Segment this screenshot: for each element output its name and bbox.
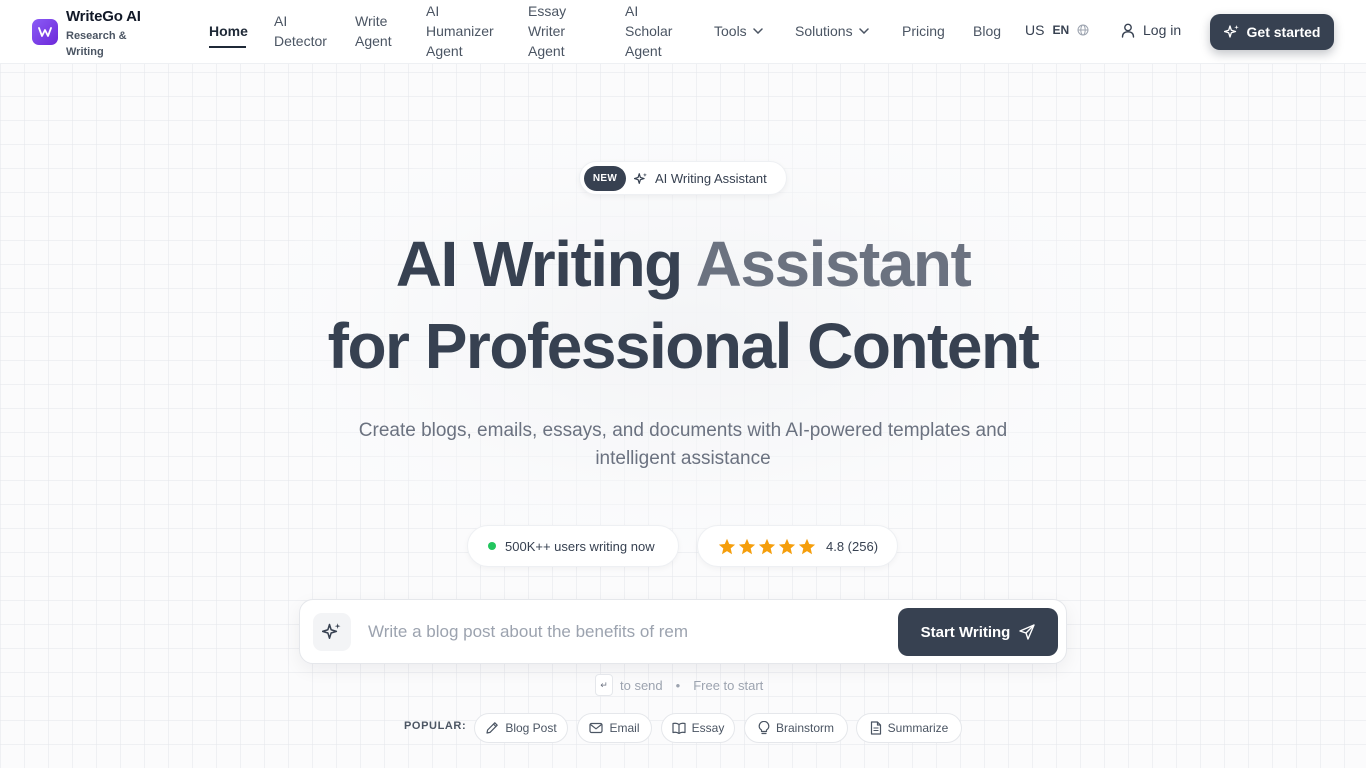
input-hint: ↵ to send • Free to start bbox=[595, 674, 763, 696]
lightbulb-icon bbox=[758, 721, 770, 735]
active-users-pill: 500K++ users writing now bbox=[467, 525, 679, 567]
top-navbar: WriteGo AI Research & Writing Home AI De… bbox=[0, 0, 1366, 64]
nav-essay-writer-agent[interactable]: Essay Writer Agent bbox=[528, 1, 588, 61]
mail-icon bbox=[589, 722, 604, 734]
login-label: Log in bbox=[1143, 22, 1182, 38]
chip-label: Blog Post bbox=[505, 721, 557, 735]
chip-essay[interactable]: Essay bbox=[661, 713, 735, 743]
chip-label: Essay bbox=[691, 721, 725, 735]
chip-label: Email bbox=[609, 721, 640, 735]
nav-write-agent[interactable]: Write Agent bbox=[355, 11, 405, 51]
pencil-icon bbox=[485, 721, 499, 735]
chevron-down-icon bbox=[858, 28, 869, 34]
enter-key-icon: ↵ bbox=[595, 674, 613, 696]
new-tag: NEW bbox=[584, 166, 626, 191]
hint-separator: • bbox=[675, 677, 681, 693]
chip-summarize[interactable]: Summarize bbox=[856, 713, 962, 743]
star-icon bbox=[778, 538, 796, 554]
rating-text: 4.8 (256) bbox=[826, 538, 879, 554]
language-code: EN bbox=[1052, 23, 1070, 37]
user-icon bbox=[1121, 23, 1135, 38]
nav-tools-label: Tools bbox=[714, 23, 747, 39]
region-code: US bbox=[1025, 22, 1045, 38]
book-open-icon bbox=[672, 722, 686, 734]
nav-solutions-label: Solutions bbox=[795, 23, 853, 39]
nav-ai-humanizer-agent[interactable]: AI Humanizer Agent bbox=[426, 1, 506, 61]
rating-pill: 4.8 (256) bbox=[697, 525, 898, 567]
sparkles-icon bbox=[634, 172, 648, 186]
star-icon bbox=[718, 538, 736, 554]
online-status-dot bbox=[488, 542, 496, 550]
free-hint: Free to start bbox=[693, 677, 764, 693]
file-text-icon bbox=[870, 721, 882, 735]
hero-title-line2: for Professional Content bbox=[327, 310, 1040, 382]
chip-email[interactable]: Email bbox=[577, 713, 652, 743]
writego-logo-icon[interactable] bbox=[32, 19, 58, 45]
send-hint: to send bbox=[620, 677, 663, 693]
nav-tools-dropdown[interactable]: Tools bbox=[714, 21, 763, 41]
hero-title-part1: AI Writing bbox=[395, 228, 684, 300]
start-writing-label: Start Writing bbox=[920, 623, 1011, 641]
nav-solutions-dropdown[interactable]: Solutions bbox=[795, 21, 869, 41]
brand-name[interactable]: WriteGo AI bbox=[66, 8, 141, 25]
badge-label: AI Writing Assistant bbox=[655, 171, 767, 186]
nav-ai-detector[interactable]: AI Detector bbox=[274, 11, 334, 51]
feature-badge: NEW AI Writing Assistant bbox=[579, 161, 787, 195]
language-selector[interactable]: US EN bbox=[1025, 22, 1089, 38]
chip-label: Summarize bbox=[887, 721, 949, 735]
globe-icon bbox=[1077, 24, 1089, 36]
prompt-input[interactable] bbox=[368, 616, 878, 648]
star-icon bbox=[738, 538, 756, 554]
chip-blog-post[interactable]: Blog Post bbox=[474, 713, 568, 743]
hero-subtitle: Create blogs, emails, essays, and docume… bbox=[358, 420, 1008, 469]
hero-title-part2: Assistant bbox=[695, 228, 972, 300]
hero-title-line1: AI Writing Assistant bbox=[0, 227, 1366, 301]
nav-blog[interactable]: Blog bbox=[973, 21, 1001, 41]
nav-ai-scholar-agent[interactable]: AI Scholar Agent bbox=[625, 1, 685, 61]
prompt-bar: Start Writing bbox=[299, 599, 1067, 664]
nav-active-indicator bbox=[209, 46, 246, 48]
star-icon bbox=[798, 538, 816, 554]
nav-pricing[interactable]: Pricing bbox=[902, 21, 945, 41]
chevron-down-icon bbox=[752, 28, 763, 34]
get-started-label: Get started bbox=[1246, 24, 1321, 40]
star-icon bbox=[758, 538, 776, 554]
popular-label: POPULAR: bbox=[404, 720, 467, 732]
active-users-text: 500K++ users writing now bbox=[505, 538, 655, 554]
nav-home[interactable]: Home bbox=[209, 21, 248, 41]
send-icon bbox=[1019, 624, 1036, 640]
brand-tagline: Research & Writing bbox=[66, 30, 127, 58]
ai-sparkles-icon bbox=[313, 613, 351, 651]
login-link[interactable]: Log in bbox=[1121, 22, 1181, 38]
rating-stars bbox=[718, 538, 816, 555]
chip-brainstorm[interactable]: Brainstorm bbox=[744, 713, 848, 743]
sparkles-icon bbox=[1223, 24, 1240, 40]
chip-label: Brainstorm bbox=[775, 721, 834, 735]
start-writing-button[interactable]: Start Writing bbox=[898, 608, 1058, 656]
get-started-button[interactable]: Get started bbox=[1210, 14, 1334, 50]
